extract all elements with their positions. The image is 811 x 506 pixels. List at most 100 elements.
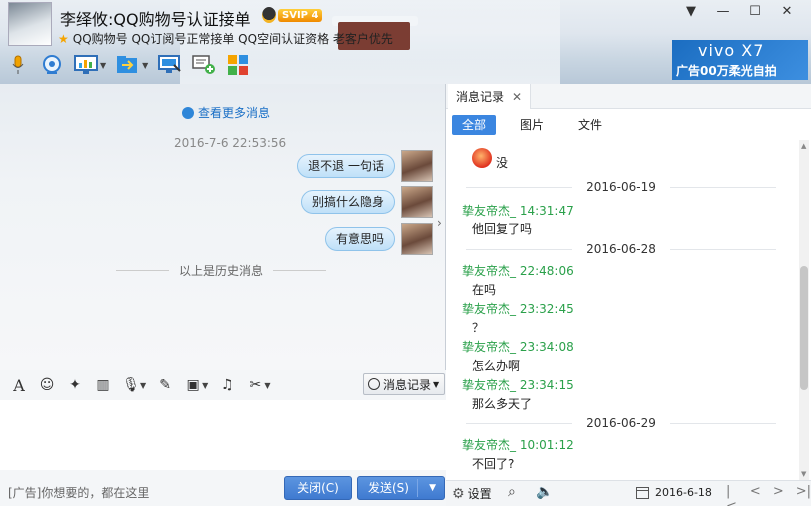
record-date: 2016-06-28 xyxy=(586,242,656,256)
message-history-panel: 消息记录 ✕ 全部 图片 文件 没 2016-06-19 挚友帝杰_ 14:31… xyxy=(446,84,811,506)
date-picker[interactable]: 2016-6-18 xyxy=(636,486,712,499)
filter-all[interactable]: 全部 xyxy=(452,115,497,135)
send-options-icon[interactable]: ▼ xyxy=(429,477,436,499)
bottom-bar: [广告]你想要的，都在这里 关闭(C) 发送(S) ▼ xyxy=(0,470,446,506)
contact-signature: ★ QQ购物号 QQ订阅号正常接单 QQ空间认证资格 老客户优先 xyxy=(58,30,393,47)
history-tabbar: 消息记录 ✕ xyxy=(446,84,811,109)
music-icon[interactable]: ♫ xyxy=(218,377,236,393)
sender-avatar[interactable] xyxy=(401,186,433,218)
svip-level: SVIP 4 xyxy=(278,8,323,22)
record-text: 没 xyxy=(496,156,509,170)
message-bubble[interactable]: 别搞什么隐身 xyxy=(300,190,395,214)
calendar-icon xyxy=(636,486,649,499)
font-icon[interactable]: A xyxy=(10,376,28,395)
close-window-button[interactable]: ✕ xyxy=(771,4,803,22)
message-timestamp: 2016-7-6 22:53:56 xyxy=(174,136,287,150)
message-bubble[interactable]: 退不退 一句话 xyxy=(297,154,395,178)
create-group-icon[interactable] xyxy=(192,54,216,76)
vivo-advertisement[interactable]: vivo X7 广告00万柔光自拍 xyxy=(672,40,808,80)
voice-call-icon[interactable] xyxy=(6,54,30,76)
first-page-icon[interactable]: |< xyxy=(726,484,738,506)
chevron-down-icon[interactable]: ▼ xyxy=(264,381,270,390)
record-text: 他回复了吗 xyxy=(472,222,533,236)
penguin-icon xyxy=(262,7,276,23)
record-sender: 挚友帝杰_ 10:01:12 xyxy=(462,438,574,452)
record-text: 那么多天了 xyxy=(472,397,533,411)
scissors-icon[interactable]: ✂ xyxy=(246,377,264,393)
speaker-icon[interactable]: 🔈 xyxy=(536,484,553,500)
ad-link[interactable]: [广告]你想要的，都在这里 xyxy=(8,484,149,501)
history-divider-label: 以上是历史消息 xyxy=(179,264,264,278)
prev-page-icon[interactable]: < xyxy=(750,484,761,506)
angry-emoji-icon xyxy=(472,148,492,168)
divider-line xyxy=(116,270,169,271)
record-date: 2016-06-19 xyxy=(586,180,656,194)
svip-badge[interactable]: SVIP 4 xyxy=(262,6,323,24)
history-divider: 以上是历史消息 xyxy=(116,262,327,279)
voice-message-icon[interactable]: 🎙 xyxy=(122,377,140,393)
clock-icon xyxy=(368,378,380,390)
settings-button[interactable]: ⚙ 设置 xyxy=(452,485,492,502)
settings-label: 设置 xyxy=(467,487,492,501)
dropdown-icon[interactable]: ▼ xyxy=(675,4,707,22)
tab-message-history[interactable]: 消息记录 ✕ xyxy=(448,84,532,109)
next-page-icon[interactable]: > xyxy=(773,484,784,506)
apps-icon[interactable] xyxy=(226,54,250,76)
tab-label: 消息记录 xyxy=(456,90,505,104)
last-page-icon[interactable]: >| xyxy=(796,484,811,506)
contact-name[interactable]: 李绎攸:QQ购物号认证接单 xyxy=(60,6,251,30)
filter-images[interactable]: 图片 xyxy=(510,115,554,135)
message-input[interactable] xyxy=(0,400,446,470)
window-controls: ▼ — ☐ ✕ xyxy=(675,4,803,22)
search-icon[interactable]: ⌕ xyxy=(508,484,516,500)
scroll-up-icon[interactable]: ▲ xyxy=(801,142,806,150)
chevron-down-icon[interactable]: ▼ xyxy=(142,61,148,70)
record-text: 怎么办啊 xyxy=(472,359,521,373)
history-records: 没 2016-06-19 挚友帝杰_ 14:31:47 他回复了吗 2016-0… xyxy=(446,140,798,480)
record-date: 2016-06-29 xyxy=(586,416,656,430)
image-icon[interactable]: ▣ xyxy=(184,377,202,393)
star-icon: ★ xyxy=(58,31,69,46)
record-date-divider: 2016-06-29 xyxy=(466,416,776,430)
history-footer: ⚙ 设置 ⌕ 🔈 2016-6-18 |< < > >| xyxy=(446,480,811,506)
history-scrollbar[interactable]: ▲ ▼ xyxy=(799,140,809,480)
chevron-down-icon[interactable]: ▼ xyxy=(202,381,208,390)
gear-icon: ⚙ xyxy=(452,485,465,502)
date-label: 2016-6-18 xyxy=(655,486,712,499)
collapse-panel-icon[interactable]: › xyxy=(437,216,442,230)
send-file-icon[interactable] xyxy=(116,54,140,76)
record-text: ？ xyxy=(472,321,485,335)
remote-desktop-icon[interactable] xyxy=(158,54,182,76)
close-icon[interactable]: ✕ xyxy=(512,90,522,104)
view-more-messages-link[interactable]: 查看更多消息 xyxy=(182,104,270,121)
magic-wand-icon[interactable]: ✦ xyxy=(66,377,84,393)
ad-brand: vivo X7 xyxy=(698,41,765,60)
message-bubble[interactable]: 有意思吗 xyxy=(324,227,395,251)
close-button[interactable]: 关闭(C) xyxy=(284,476,352,500)
sender-avatar[interactable] xyxy=(401,150,433,182)
contact-avatar[interactable] xyxy=(8,2,52,46)
chat-window-header: 李绎攸:QQ购物号认证接单 SVIP 4 ★ QQ购物号 QQ订阅号正常接单 Q… xyxy=(0,0,811,84)
edit-icon[interactable]: ✎ xyxy=(156,377,174,393)
record-date-divider: 2016-06-19 xyxy=(466,180,776,194)
divider-line xyxy=(273,270,327,271)
emoji-icon[interactable]: ☺ xyxy=(38,377,56,393)
scroll-down-icon[interactable]: ▼ xyxy=(801,470,806,478)
send-button[interactable]: 发送(S) ▼ xyxy=(357,476,445,500)
button-divider xyxy=(417,479,418,497)
screen-share-icon[interactable] xyxy=(74,54,98,76)
scrollbar-thumb[interactable] xyxy=(800,266,808,390)
minimize-button[interactable]: — xyxy=(707,4,739,22)
chevron-down-icon[interactable]: ▼ xyxy=(100,61,106,70)
video-call-icon[interactable] xyxy=(40,54,64,76)
sender-avatar[interactable] xyxy=(401,223,433,255)
record-text: 不回了? xyxy=(472,457,515,471)
record-sender: 挚友帝杰_ 23:34:08 xyxy=(462,340,574,354)
maximize-button[interactable]: ☐ xyxy=(739,4,771,22)
filter-files[interactable]: 文件 xyxy=(568,115,612,135)
chevron-down-icon: ▼ xyxy=(433,379,440,389)
message-history-button[interactable]: 消息记录 ▼ xyxy=(363,373,445,395)
record-sender: 挚友帝杰_ 22:48:06 xyxy=(462,264,574,278)
chevron-down-icon[interactable]: ▼ xyxy=(140,381,146,390)
screenshot-video-icon[interactable]: ▥ xyxy=(94,377,112,393)
